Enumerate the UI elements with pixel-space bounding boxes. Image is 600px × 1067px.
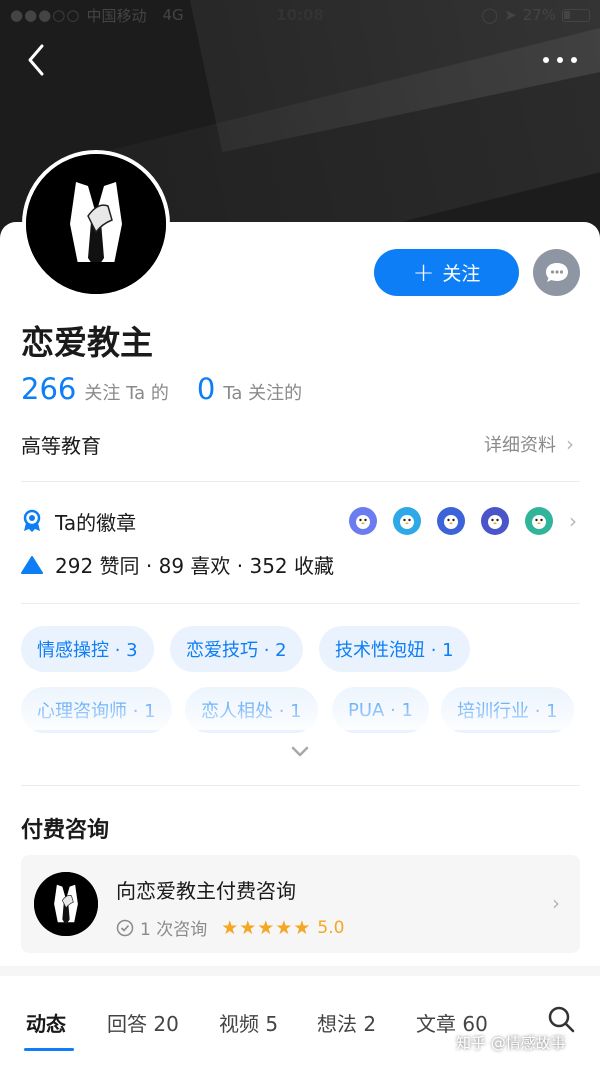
tab-answers[interactable]: 回答 20 <box>107 1008 179 1037</box>
following-count[interactable]: 266 <box>21 372 76 406</box>
rating-value: 5.0 <box>317 917 345 938</box>
upvote-triangle-icon <box>21 555 43 574</box>
detail-label: 详细资料 <box>484 435 556 456</box>
plus-icon: + <box>412 257 435 288</box>
consult-meta: 1 次咨询 ★★★★★ 5.0 <box>116 915 344 940</box>
divider <box>21 785 580 786</box>
following-label[interactable]: 关注 Ta 的 <box>84 379 169 405</box>
more-button[interactable] <box>540 48 580 72</box>
tab-thoughts[interactable]: 想法 2 <box>317 1008 376 1037</box>
divider <box>21 603 580 604</box>
suit-figure-icon <box>26 154 166 294</box>
back-button[interactable] <box>22 42 52 78</box>
section-separator <box>0 966 600 976</box>
tab-videos[interactable]: 视频 5 <box>219 1008 278 1037</box>
followers-count[interactable]: 0 <box>197 372 215 406</box>
tag-chip[interactable]: 恋爱技巧 · 2 <box>170 626 303 672</box>
chevron-right-icon: › <box>569 509 577 533</box>
expand-tags-button[interactable] <box>289 744 311 760</box>
message-button[interactable] <box>533 249 580 296</box>
badge-penguin-icon <box>393 507 421 535</box>
badges-row[interactable]: Ta的徽章 › <box>21 505 577 537</box>
consult-avatar <box>34 872 98 936</box>
follow-button[interactable]: + 关注 <box>374 249 519 296</box>
suit-figure-icon <box>34 872 98 936</box>
badge-penguin-icon <box>481 507 509 535</box>
consult-count: 1 次咨询 <box>140 920 208 940</box>
more-horizontal-icon <box>543 57 577 63</box>
tab-activity[interactable]: 动态 <box>26 1008 66 1037</box>
tag-chip[interactable]: 技术性泡妞 · 1 <box>319 626 470 672</box>
detail-profile-link[interactable]: 详细资料 › <box>484 431 574 457</box>
chat-bubble-icon <box>545 262 568 282</box>
industry-label: 高等教育 <box>21 434 101 458</box>
chevron-right-icon: › <box>552 891 560 915</box>
search-button[interactable] <box>546 1004 576 1034</box>
badge-penguin-icon <box>349 507 377 535</box>
status-bar: ●●●○○ 中国移动 4G 10:08 ◯ ➤ 27% <box>0 0 600 30</box>
tag-chip[interactable]: 情感操控 · 3 <box>21 626 154 672</box>
watermark: 知乎 @情感故事 <box>456 1034 566 1052</box>
content-tabs: 动态 回答 20 视频 5 想法 2 文章 60 知乎 @情感故事 <box>0 990 600 1067</box>
search-icon <box>548 1006 575 1033</box>
divider <box>21 481 580 482</box>
chevron-down-icon <box>291 746 309 757</box>
active-tab-indicator <box>24 1048 74 1051</box>
follow-label: 关注 <box>442 263 481 285</box>
tag-chip[interactable]: PUA · 1 <box>332 687 429 733</box>
engagement-stats: 292 赞同 · 89 喜欢 · 352 收藏 <box>55 554 335 578</box>
star-rating-icon: ★★★★★ <box>221 916 312 939</box>
followers-label[interactable]: Ta 关注的 <box>223 379 302 405</box>
profile-name: 恋爱教主 <box>21 323 153 362</box>
follow-stats: 266 关注 Ta 的 0 Ta 关注的 <box>21 372 322 406</box>
check-circle-icon <box>116 919 134 936</box>
chevron-left-icon <box>28 44 44 76</box>
paid-consult-title: 付费咨询 <box>21 818 110 843</box>
battery-icon <box>562 8 590 22</box>
tag-chip[interactable]: 恋人相处 · 1 <box>185 687 318 733</box>
consult-title: 向恋爱教主付费咨询 <box>116 879 296 903</box>
badge-penguin-icon <box>525 507 553 535</box>
medal-icon <box>23 509 41 532</box>
tag-chip[interactable]: 心理咨询师 · 1 <box>21 687 172 733</box>
badges-label: Ta的徽章 <box>55 510 137 535</box>
engagement-row: 292 赞同 · 89 喜欢 · 352 收藏 <box>21 550 334 579</box>
tag-chip[interactable]: 培训行业 · 1 <box>441 687 574 733</box>
paid-consult-card[interactable]: 向恋爱教主付费咨询 1 次咨询 ★★★★★ 5.0 › <box>21 855 580 953</box>
clock: 10:08 <box>276 6 324 24</box>
chevron-right-icon: › <box>566 432 574 456</box>
badge-penguin-icon <box>437 507 465 535</box>
avatar[interactable] <box>22 150 170 298</box>
